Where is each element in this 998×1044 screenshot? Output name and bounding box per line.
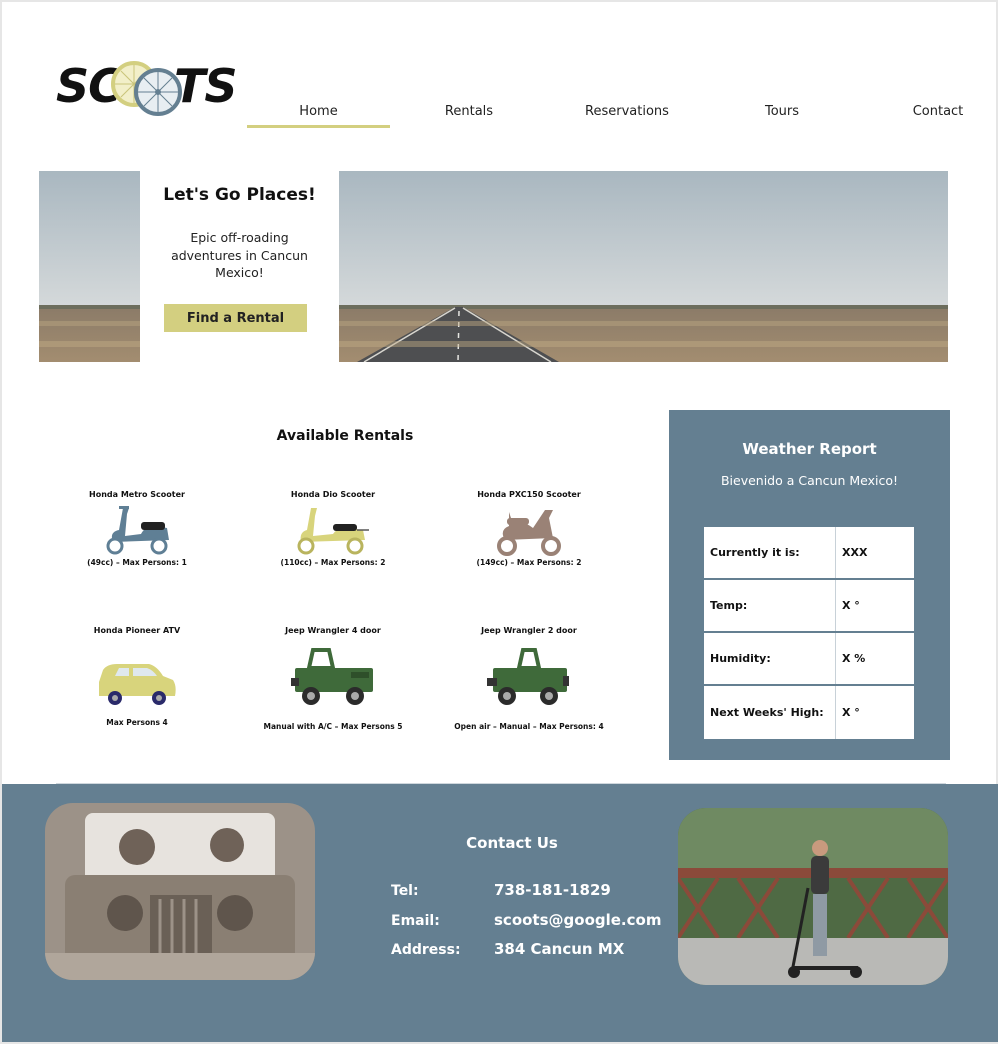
rental-name: Honda Dio Scooter [290,490,376,499]
weather-label: Next Weeks' High: [704,686,836,739]
hero-title: Let's Go Places! [163,185,316,205]
contact-label: Tel: [391,883,419,899]
muddy-jeep-photo [45,803,315,980]
rental-detail: (49cc) – Max Persons: 1 [87,558,187,567]
contact-email[interactable]: scoots@google.com [494,911,661,929]
main-nav: Home Rentals Reservations Tours Contact [247,104,987,128]
weather-title: Weather Report [742,440,877,458]
weather-table: Currently it is: XXX Temp: X ° Humidity:… [704,527,914,739]
nav-contact[interactable]: Contact [903,104,973,119]
hero-card: Let's Go Places! Epic off-roading advent… [140,171,339,362]
scooter-icon [106,506,169,555]
weather-row: Temp: X ° [704,580,914,633]
nav-rentals[interactable]: Rentals [419,104,519,119]
rental-name: Honda Pioneer ATV [93,626,181,635]
rental-card[interactable]: Jeep Wrangler 2 door Open air – Manual –… [439,626,619,731]
weather-row: Next Weeks' High: X ° [704,686,914,739]
rental-card[interactable]: Honda Metro Scooter (49cc) – Max Persons… [47,490,227,567]
jeep-photo-image [45,803,315,980]
weather-value: X % [842,652,866,665]
contact-label: Address: [391,942,461,958]
rental-detail: (149cc) – Max Persons: 2 [476,558,582,567]
hero-banner: Let's Go Places! Epic off-roading advent… [39,171,948,362]
rental-detail: Open air – Manual – Max Persons: 4 [454,722,604,731]
scoots-logo[interactable]: SC TS [56,58,238,118]
scooter-photo-image [678,808,948,985]
rental-name: Jeep Wrangler 4 door [285,626,381,635]
rental-card[interactable]: Honda Dio Scooter (110cc) – Max Persons:… [243,490,423,567]
rental-detail: Manual with A/C – Max Persons 5 [263,722,403,731]
scooter-rider-photo [678,808,948,985]
weather-label: Temp: [704,580,836,631]
logo-text-right: TS [174,59,238,113]
rental-name: Honda Metro Scooter [89,490,185,499]
weather-value: X ° [842,706,860,719]
car-icon [99,664,176,705]
weather-value: XXX [842,546,868,559]
footer: Contact Us Tel: 738-181-1829 Email: scoo… [2,784,998,1042]
weather-value: X ° [842,599,860,612]
scooter-icon [297,508,369,555]
rental-name: Honda PXC150 Scooter [477,490,581,499]
rental-detail: Max Persons 4 [106,718,168,727]
nav-tours[interactable]: Tours [747,104,817,119]
contact-phone[interactable]: 738-181-1829 [494,881,611,899]
nav-active-indicator [247,125,390,128]
jeep-icon [487,648,569,705]
nav-reservations[interactable]: Reservations [572,104,682,119]
rental-card[interactable]: Jeep Wrangler 4 door Manual with A/C – M… [243,626,423,731]
contact-title: Contact Us [466,834,558,852]
scooter-icon [497,510,561,556]
rental-card[interactable]: Honda PXC150 Scooter (149cc) – Max Perso… [439,490,619,567]
weather-greeting: Bievenido a Cancun Mexico! [720,473,899,488]
weather-panel: Weather Report Bievenido a Cancun Mexico… [669,410,950,760]
rentals-heading: Available Rentals [276,428,414,444]
jeep-icon [291,648,373,705]
weather-label: Currently it is: [704,527,836,578]
find-rental-button[interactable]: Find a Rental [164,304,307,332]
nav-home[interactable]: Home [247,104,390,119]
hero-subtitle: Epic off-roading adventures in Cancun Me… [171,230,308,280]
rental-detail: (110cc) – Max Persons: 2 [280,558,386,567]
weather-label: Humidity: [704,633,836,684]
contact-address: 384 Cancun MX [494,940,625,958]
weather-row: Currently it is: XXX [704,527,914,580]
rental-name: Jeep Wrangler 2 door [481,626,577,635]
contact-label: Email: [391,913,440,929]
rental-card[interactable]: Honda Pioneer ATV Max Persons 4 [47,626,227,727]
weather-row: Humidity: X % [704,633,914,686]
